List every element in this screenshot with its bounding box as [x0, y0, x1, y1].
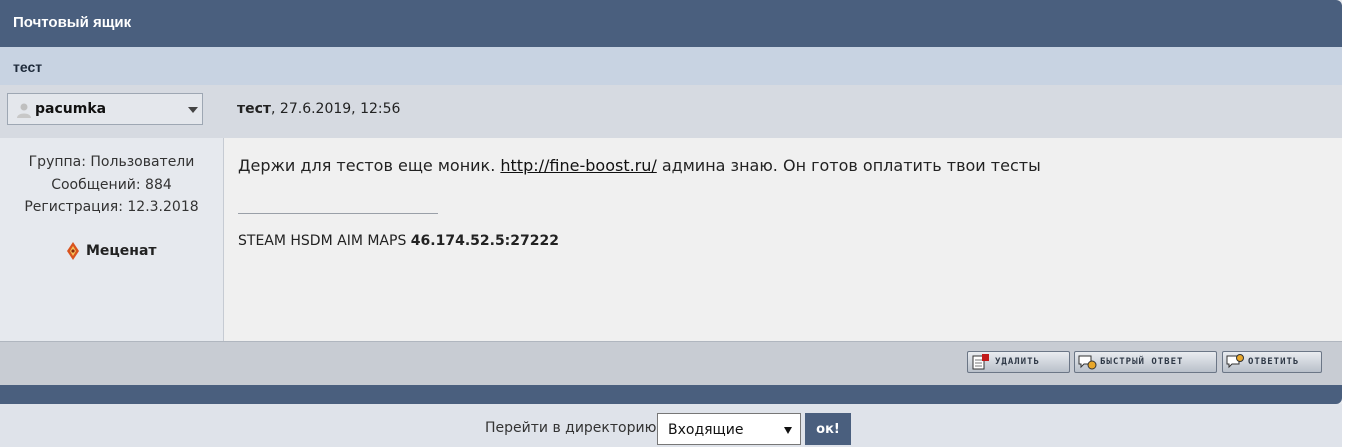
- signature-divider: [238, 213, 438, 214]
- quick-reply-button[interactable]: БЫСТРЫЙ ОТВЕТ: [1074, 351, 1217, 373]
- folder-navigation: Перейти в директорию: Входящие ок!: [0, 404, 1342, 447]
- message-subject: тест: [13, 59, 43, 75]
- post-date: , 27.6.2019, 12:56: [271, 101, 401, 117]
- reply-button[interactable]: ОТВЕТИТЬ: [1222, 351, 1322, 373]
- signature: STEAM HSDM AIM MAPS 46.174.52.5:27222: [238, 233, 559, 249]
- ok-button[interactable]: ок!: [805, 413, 851, 445]
- folder-select-value: Входящие: [668, 422, 744, 438]
- message-text: Держи для тестов еще моник. http://fine-…: [238, 156, 1041, 175]
- quick-reply-icon: [1078, 355, 1097, 370]
- message-link[interactable]: http://fine-boost.ru/: [500, 156, 656, 175]
- subject-bar: тест: [0, 47, 1342, 85]
- mailbox-panel: Почтовый ящик тест pacumka тест, 27.6.20…: [0, 0, 1342, 447]
- delete-icon: [972, 354, 989, 370]
- profile-rank: Меценат: [66, 241, 157, 261]
- post-meta-title: тест: [237, 101, 272, 117]
- signature-ip: 46.174.52.5:27222: [410, 233, 559, 249]
- author-name: pacumka: [35, 101, 107, 117]
- section-divider: [0, 385, 1342, 404]
- delete-button[interactable]: УДАЛИТЬ: [967, 351, 1070, 373]
- rank-label: Меценат: [86, 243, 157, 259]
- post-body-row: Группа: Пользователи Сообщений: 884 Реги…: [0, 138, 1342, 341]
- message-body-end: админа знаю. Он готов оплатить твои тест…: [656, 156, 1041, 175]
- post-actions: УДАЛИТЬ БЫСТРЫЙ ОТВЕТ ОТВЕТИТЬ: [0, 341, 1342, 385]
- profile-posts: Сообщений: 884: [51, 177, 172, 193]
- profile-group: Группа: Пользователи: [28, 154, 195, 170]
- author-profile: Группа: Пользователи Сообщений: 884 Реги…: [0, 138, 224, 341]
- message-body-start: Держи для тестов еще моник.: [238, 156, 501, 175]
- delete-label: УДАЛИТЬ: [995, 357, 1040, 367]
- user-icon: [17, 103, 31, 118]
- profile-registered: Регистрация: 12.3.2018: [24, 199, 199, 215]
- page-title: Почтовый ящик: [13, 14, 132, 31]
- goto-folder-label: Перейти в директорию:: [485, 420, 662, 436]
- rank-badge-icon: [67, 242, 79, 260]
- chevron-down-icon: [188, 107, 198, 113]
- title-bar: Почтовый ящик: [0, 0, 1342, 47]
- folder-select[interactable]: Входящие: [657, 413, 801, 445]
- author-dropdown[interactable]: pacumka: [7, 93, 203, 125]
- reply-icon: [1226, 354, 1244, 369]
- post-meta: тест, 27.6.2019, 12:56: [237, 101, 400, 117]
- signature-text: STEAM HSDM AIM MAPS: [238, 233, 411, 249]
- reply-label: ОТВЕТИТЬ: [1248, 357, 1300, 367]
- post-header: pacumka тест, 27.6.2019, 12:56: [0, 85, 1342, 138]
- quick-reply-label: БЫСТРЫЙ ОТВЕТ: [1100, 357, 1184, 367]
- chevron-down-icon: [784, 427, 792, 434]
